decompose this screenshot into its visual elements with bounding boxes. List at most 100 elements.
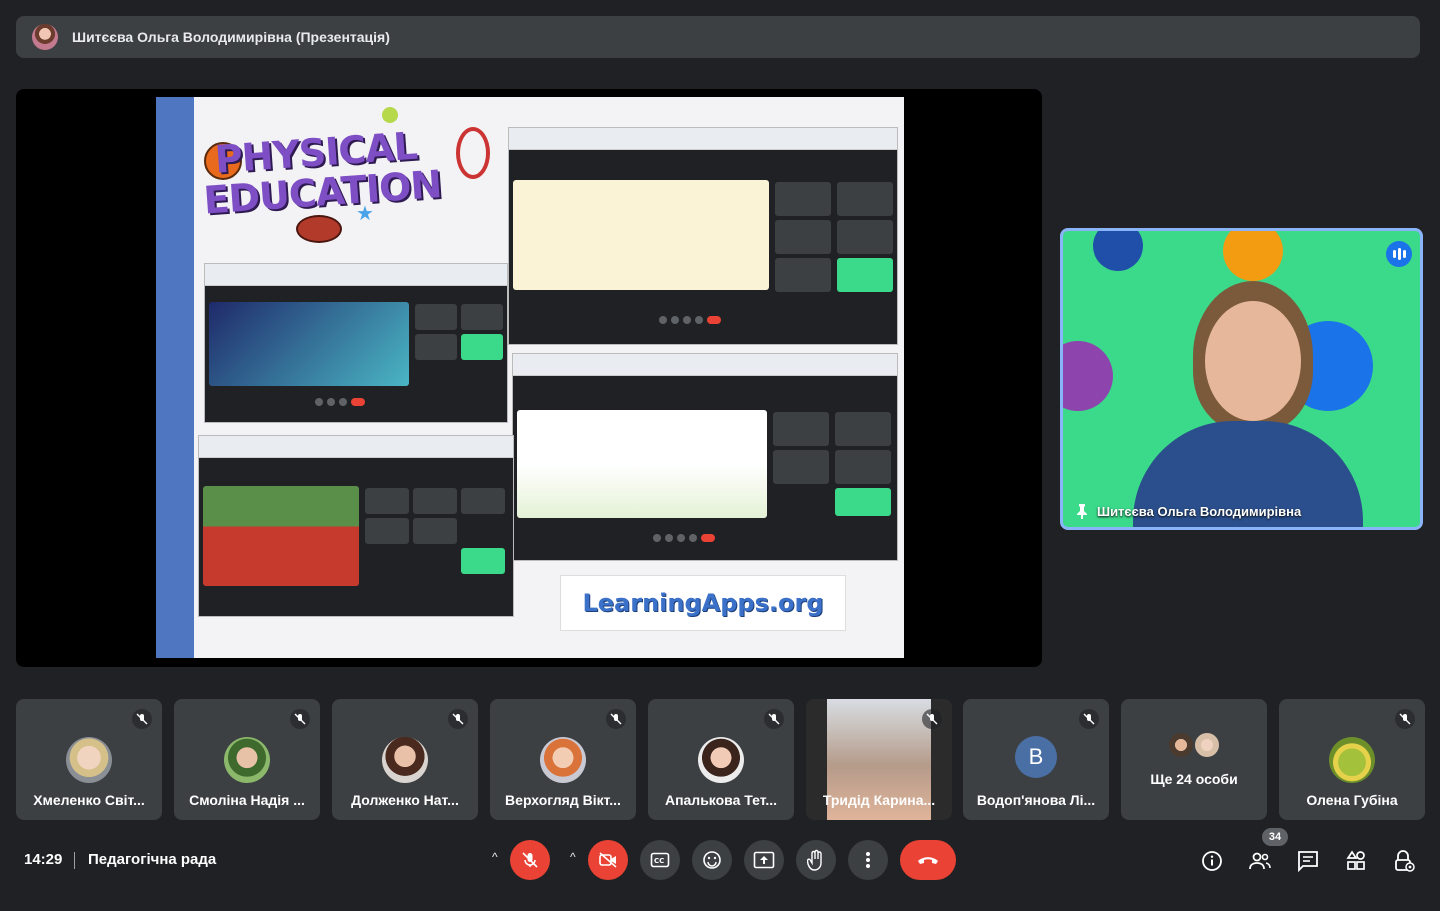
- video-tile: [775, 220, 831, 254]
- reactions-button[interactable]: [692, 840, 732, 880]
- browser-chrome: [199, 436, 513, 458]
- avatar: [382, 737, 428, 783]
- mic-off-icon: [764, 709, 784, 729]
- present-icon: [753, 851, 775, 869]
- video-tile: [775, 182, 831, 216]
- shared-screen: [203, 486, 359, 586]
- video-tile: [365, 488, 409, 514]
- video-tile: [835, 488, 891, 516]
- participant-tile[interactable]: Долженко Нат...: [332, 699, 478, 820]
- mic-off-icon: [922, 709, 942, 729]
- clock: 14:29: [24, 851, 63, 868]
- video-tile: [415, 304, 457, 330]
- participant-name: Хмеленко Світ...: [33, 792, 145, 808]
- participant-name: Водоп'янова Лі...: [976, 792, 1096, 808]
- activities-icon: [1346, 850, 1365, 870]
- mic-off-icon: [1079, 709, 1099, 729]
- participant-name: Тридід Карина...: [822, 792, 936, 808]
- chat-button[interactable]: [1295, 848, 1321, 874]
- screenshot-stadium: [198, 435, 514, 617]
- captions-icon: CC: [650, 852, 670, 868]
- participant-name: Смоліна Надія ...: [189, 792, 305, 808]
- pinned-name-label: Шитєєва Ольга Володимирівна: [1075, 503, 1301, 519]
- video-tile: [413, 518, 457, 544]
- meeting-details-button[interactable]: [1199, 848, 1225, 874]
- video-options-chevron-icon[interactable]: ^: [570, 850, 576, 864]
- more-participants-tile[interactable]: Ще 24 особи: [1121, 699, 1267, 820]
- avatar: [1193, 731, 1221, 759]
- video-tile: [773, 450, 829, 484]
- more-participants-label: Ще 24 особи: [1150, 771, 1238, 787]
- video-tile: [773, 412, 829, 446]
- mic-off-icon: [606, 709, 626, 729]
- mic-off-icon: [290, 709, 310, 729]
- shared-screen: [209, 302, 409, 386]
- presenter-avatar: [32, 24, 58, 50]
- speaking-indicator-icon: [1386, 241, 1412, 267]
- mic-toggle-button[interactable]: [510, 840, 550, 880]
- people-count-badge: 34: [1262, 828, 1288, 846]
- host-controls-icon: [1395, 850, 1415, 872]
- video-tile: [415, 334, 457, 360]
- captions-button[interactable]: CC: [640, 840, 680, 880]
- camera-off-icon: [599, 852, 617, 868]
- meeting-name: Педагогічна рада: [88, 851, 217, 868]
- presentation-stage[interactable]: ★ PHYSICAL EDUCATION LearningApps.org: [16, 89, 1042, 667]
- participant-tile[interactable]: Хмеленко Світ...: [16, 699, 162, 820]
- video-tile: [461, 304, 503, 330]
- participant-tile[interactable]: Верхогляд Вікт...: [490, 699, 636, 820]
- svg-text:CC: CC: [654, 857, 664, 865]
- presentation-banner: Шитєєва Ольга Володимирівна (Презентація…: [16, 16, 1420, 58]
- presentation-title: Шитєєва Ольга Володимирівна (Презентація…: [72, 29, 390, 45]
- video-tile: [775, 258, 831, 292]
- more-options-button[interactable]: [848, 840, 888, 880]
- video-tile: [461, 334, 503, 360]
- video-tile: [837, 220, 893, 254]
- avatar: [1167, 731, 1195, 759]
- mic-off-icon: [448, 709, 468, 729]
- avatar: В: [1015, 736, 1057, 778]
- background-ball: [1093, 231, 1143, 271]
- learningapps-logo-text: LearningApps.org: [582, 589, 824, 617]
- participant-tile[interactable]: Апалькова Тет...: [648, 699, 794, 820]
- mic-off-icon: [522, 852, 538, 868]
- participant-tile[interactable]: Тридід Карина...: [806, 699, 952, 820]
- raise-hand-button[interactable]: [796, 840, 836, 880]
- participant-name: Долженко Нат...: [351, 792, 459, 808]
- participant-tile[interactable]: Олена Губіна: [1279, 699, 1425, 820]
- video-tile: [835, 412, 891, 446]
- screenshot-game: [512, 353, 898, 561]
- video-tile: [835, 450, 891, 484]
- speaker-video: [1133, 271, 1363, 527]
- pinned-speaker-name: Шитєєва Ольга Володимирівна: [1097, 503, 1302, 519]
- pin-icon[interactable]: [1075, 503, 1089, 519]
- avatar: [540, 737, 586, 783]
- participant-tile[interactable]: В Водоп'янова Лі...: [963, 699, 1109, 820]
- slide-side-stripe: [156, 97, 194, 658]
- avatar: [66, 737, 112, 783]
- video-tile: [461, 488, 505, 514]
- browser-chrome: [509, 128, 897, 150]
- video-tile: [837, 258, 893, 292]
- speaker-face: [1205, 301, 1301, 421]
- activities-button[interactable]: [1343, 848, 1369, 874]
- audio-options-chevron-icon[interactable]: ^: [492, 850, 498, 864]
- people-button[interactable]: [1247, 848, 1273, 874]
- camera-toggle-button[interactable]: [588, 840, 628, 880]
- pinned-speaker-tile[interactable]: Шитєєва Ольга Володимирівна: [1060, 228, 1423, 530]
- slide: ★ PHYSICAL EDUCATION LearningApps.org: [156, 97, 904, 658]
- participant-tile[interactable]: Смоліна Надія ...: [174, 699, 320, 820]
- control-row: [653, 534, 715, 542]
- screenshot-video: [204, 263, 508, 423]
- leave-call-button[interactable]: [900, 840, 956, 880]
- avatar: [698, 737, 744, 783]
- control-row: [659, 316, 721, 324]
- host-controls-button[interactable]: [1391, 848, 1417, 874]
- people-icon: [1249, 852, 1271, 870]
- browser-chrome: [205, 264, 507, 286]
- slide-title: PHYSICAL EDUCATION: [202, 122, 469, 223]
- screenshot-quiz: [508, 127, 898, 345]
- emoji-icon: [703, 851, 721, 869]
- video-tile: [413, 488, 457, 514]
- present-now-button[interactable]: [744, 840, 784, 880]
